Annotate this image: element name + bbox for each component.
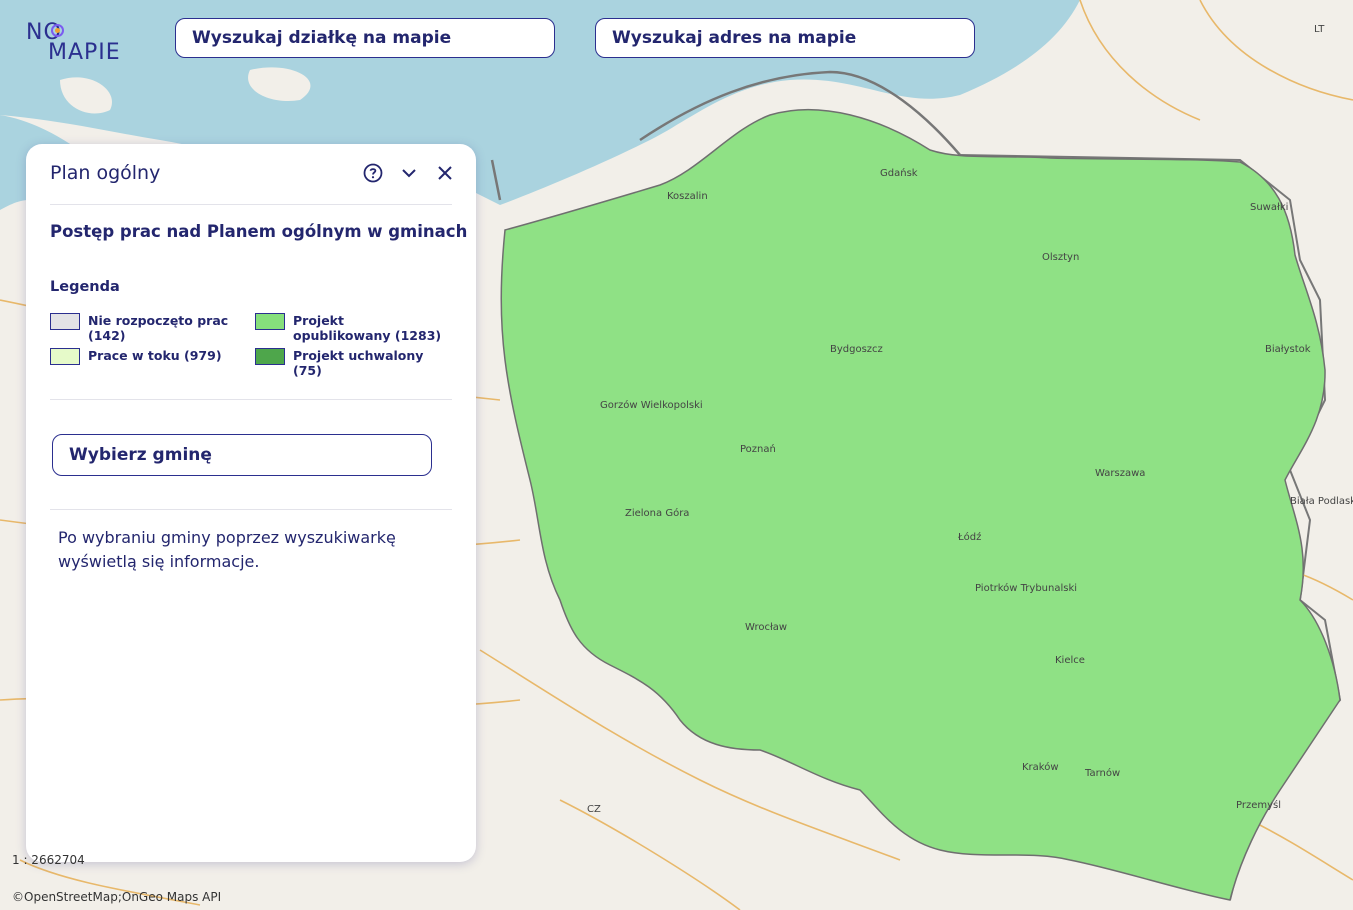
legend-label: Prace w toku (979) (88, 348, 222, 363)
choose-commune-select[interactable]: Wybierz gminę (52, 434, 432, 476)
map-label: Poznań (740, 443, 776, 455)
close-icon[interactable] (434, 162, 456, 184)
panel-title: Plan ogólny (50, 162, 161, 184)
parcel-search-placeholder: Wyszukaj działkę na mapie (192, 28, 452, 48)
parcel-search-input[interactable]: Wyszukaj działkę na mapie (175, 18, 555, 58)
help-icon[interactable] (362, 162, 384, 184)
scale-label: 1 : 2662704 (12, 853, 85, 867)
map-label: Koszalin (667, 191, 708, 202)
map-label: Suwałki (1250, 202, 1288, 213)
address-search-input[interactable]: Wyszukaj adres na mapie (595, 18, 975, 58)
legend-swatch (255, 348, 285, 365)
info-text: Po wybraniu gminy poprzez wyszukiwarkę w… (58, 528, 396, 571)
panel-subtitle: Postęp prac nad Planem ogólnym w gminach (50, 222, 468, 241)
plan-panel: Plan ogólny Postęp prac nad Planem ogóln… (26, 144, 476, 862)
map-label: Biała Podlaska (1290, 496, 1353, 507)
map-label: Warszawa (1095, 468, 1145, 479)
legend-swatch (50, 313, 80, 330)
legend-item: Nie rozpoczęto prac (142) (50, 313, 238, 343)
choose-commune-label: Wybierz gminę (69, 445, 212, 465)
map-label: Zielona Góra (625, 507, 689, 519)
map-label: CZ (587, 804, 601, 815)
map-label: Łódź (957, 531, 981, 543)
map-attribution[interactable]: ©OpenStreetMap;OnGeo Maps API (12, 890, 221, 904)
legend-label: Projekt uchwalony (75) (293, 348, 424, 378)
legend-item: Projekt opublikowany (1283) (255, 313, 443, 343)
map-label: LT (1314, 24, 1325, 35)
divider (50, 399, 452, 400)
divider (50, 204, 452, 205)
logo-text-bottom: MAPIE (48, 40, 121, 65)
legend-label: Projekt opublikowany (1283) (293, 313, 442, 343)
legend-item: Projekt uchwalony (75) (255, 348, 443, 378)
legend-heading: Legenda (50, 279, 120, 295)
map-label: Kraków (1022, 761, 1059, 773)
legend-swatch (50, 348, 80, 365)
map-label: Piotrków Trybunalski (975, 582, 1077, 594)
legend-label: Nie rozpoczęto prac (142) (88, 313, 229, 343)
map-label: Gdańsk (880, 167, 918, 179)
panel-header-controls (362, 162, 456, 184)
map-label: Tarnów (1084, 767, 1120, 779)
map-label: Przemyśl (1236, 799, 1281, 811)
map-label: Białystok (1265, 344, 1311, 355)
location-pin-icon (51, 24, 64, 37)
map-label: Kielce (1055, 655, 1085, 666)
legend-swatch (255, 313, 285, 330)
map-label: Gorzów Wielkopolski (600, 399, 703, 411)
nomapie-logo[interactable]: NO MAPIE (26, 20, 146, 66)
address-search-placeholder: Wyszukaj adres na mapie (612, 28, 857, 48)
chevron-down-icon[interactable] (398, 162, 420, 184)
map-label: Wrocław (745, 622, 787, 633)
legend-item: Prace w toku (979) (50, 348, 238, 365)
map-label: Bydgoszcz (830, 344, 883, 355)
map-label: Olsztyn (1042, 252, 1079, 263)
divider (50, 509, 452, 510)
